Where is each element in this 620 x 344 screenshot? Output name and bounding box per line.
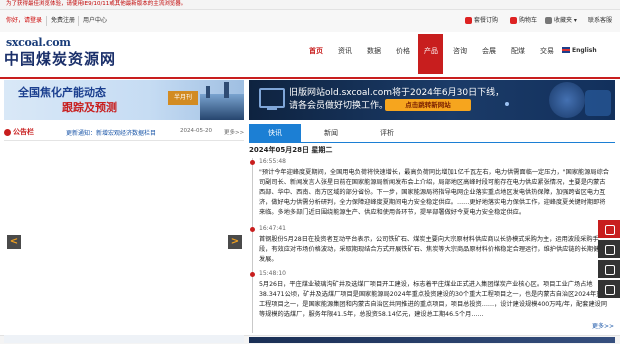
tab-analysis[interactable]: 评析 — [361, 124, 413, 142]
browser-notice-text: 为了获得最佳浏览体验，请使用IE9/10/11或其他最新版本的主流浏览器。 — [6, 1, 187, 7]
tab-underline — [249, 142, 615, 143]
news-time: 16:47:41 — [259, 225, 286, 232]
nav-news[interactable]: 资讯 — [338, 46, 352, 56]
timeline-dot — [250, 272, 255, 277]
nav-price[interactable]: 价格 — [396, 46, 410, 56]
qrcode-icon — [605, 265, 615, 275]
site-header: sxcoal.com 中国煤炭资源网 首页 资讯 数据 价格 产品 咨询 会展 … — [0, 32, 620, 79]
speaker-icon — [4, 128, 11, 136]
decor-globe-graphic — [549, 82, 585, 118]
logo-name: 中国煤炭资源网 — [4, 50, 117, 68]
site-logo[interactable]: sxcoal.com 中国煤炭资源网 — [4, 36, 122, 72]
banner-badge: 半月刊 — [168, 91, 198, 105]
news-time: 16:55:48 — [259, 158, 286, 165]
login-link[interactable]: 你好，请登录 — [6, 10, 42, 32]
phone-icon — [605, 245, 615, 255]
contact-link[interactable]: 联系客服 — [588, 10, 612, 32]
nav-english[interactable]: English — [562, 46, 597, 54]
nav-coal-dist[interactable]: 配煤 — [511, 46, 525, 56]
nav-product[interactable]: 产品 — [424, 46, 438, 56]
top-bar: 你好，请登录 免费注册 用户中心 套餐订购 购物车 收藏夹 ▾ 联系客服 — [0, 10, 620, 33]
go-new-site-button[interactable]: 点击跳转新网站 — [385, 99, 471, 111]
announcement-label: 公告栏 — [4, 127, 34, 137]
divider — [46, 16, 47, 26]
user-center-link[interactable]: 用户中心 — [83, 10, 107, 32]
news-item-text[interactable]: "预计今年迎峰度夏期间，全国用电负荷将快速增长，最高负荷同比增加1亿千瓦左右，电… — [259, 168, 609, 218]
nav-consult[interactable]: 咨询 — [453, 46, 467, 56]
nav-trade[interactable]: 交易 — [540, 46, 554, 56]
divider — [78, 16, 79, 26]
timeline-dot — [250, 160, 255, 165]
favorites-link[interactable]: 收藏夹 ▾ — [545, 10, 577, 32]
carousel-prev-button[interactable]: < — [7, 235, 21, 249]
banner-subtitle: 跟踪及预测 — [62, 101, 117, 114]
side-tool-button[interactable] — [598, 240, 620, 258]
side-tool-button[interactable] — [598, 260, 620, 278]
nav-data[interactable]: 数据 — [367, 46, 381, 56]
bottom-banner-right — [249, 337, 615, 343]
divider — [4, 140, 244, 141]
bottom-banner-left — [4, 335, 244, 343]
tab-flash[interactable]: 快讯 — [249, 124, 301, 142]
register-link[interactable]: 免费注册 — [51, 10, 75, 32]
date-heading: 2024年05月28日 星期二 — [249, 146, 333, 154]
announcement-date: 2024-05-20 — [180, 128, 212, 134]
decor-block-graphic — [585, 90, 611, 116]
news-tabs: 快讯 新闻 评析 — [249, 124, 615, 142]
nav-conference[interactable]: 会展 — [482, 46, 496, 56]
side-tool-button[interactable] — [598, 220, 620, 238]
uk-flag-icon — [562, 47, 570, 53]
chat-icon — [605, 225, 615, 235]
cart-link[interactable]: 购物车 — [510, 10, 537, 32]
side-tool-button[interactable] — [598, 280, 620, 298]
news-more-link[interactable]: 更多>> — [592, 321, 614, 330]
industrial-skyline-graphic — [200, 82, 244, 120]
announcement-row: 公告栏 更新通知：新增宏观经济数据栏目 2024-05-20 更多>> — [4, 124, 244, 140]
timeline-line — [252, 158, 253, 333]
news-item-text[interactable]: 首钢股份5月28日在投资者互动平台表示，公司铁矿石、煤炭主要向大宗原材料供应商以… — [259, 235, 609, 265]
news-time: 15:48:10 — [259, 270, 286, 277]
news-item-text[interactable]: 5月26日，平庄煤业玻璃沟矿井及选煤厂项目开工建设，标志着平庄煤业正式进入集团煤… — [259, 280, 609, 320]
decor-dot — [505, 102, 509, 106]
top-icon — [605, 285, 615, 295]
banner-title: 全国焦化产能动态 — [18, 86, 106, 99]
cart-icon — [510, 17, 517, 24]
migration-notice-line1: 旧版网站old.sxcoal.com将于2024年6月30日下线， — [289, 88, 505, 98]
migration-notice-line2: 请各会员做好切换工作。 — [289, 101, 389, 111]
nav-home[interactable]: 首页 — [309, 46, 323, 56]
announcement-title-link[interactable]: 更新通知：新增宏观经济数据栏目 — [66, 128, 156, 137]
coking-capacity-banner[interactable]: 全国焦化产能动态 跟踪及预测 半月刊 — [4, 80, 244, 120]
monitor-icon — [259, 88, 285, 110]
carousel-next-button[interactable]: > — [228, 235, 242, 249]
subscription-icon — [465, 17, 472, 24]
tab-news[interactable]: 新闻 — [305, 124, 357, 142]
timeline-dot — [250, 227, 255, 232]
site-migration-banner[interactable]: 旧版网站old.sxcoal.com将于2024年6月30日下线， 请各会员做好… — [249, 80, 615, 120]
subscription-link[interactable]: 套餐订购 — [465, 10, 498, 32]
browser-notice-bar: 为了获得最佳浏览体验，请使用IE9/10/11或其他最新版本的主流浏览器。 — [0, 0, 620, 10]
announcement-more-link[interactable]: 更多>> — [224, 128, 244, 136]
star-icon — [545, 17, 552, 24]
